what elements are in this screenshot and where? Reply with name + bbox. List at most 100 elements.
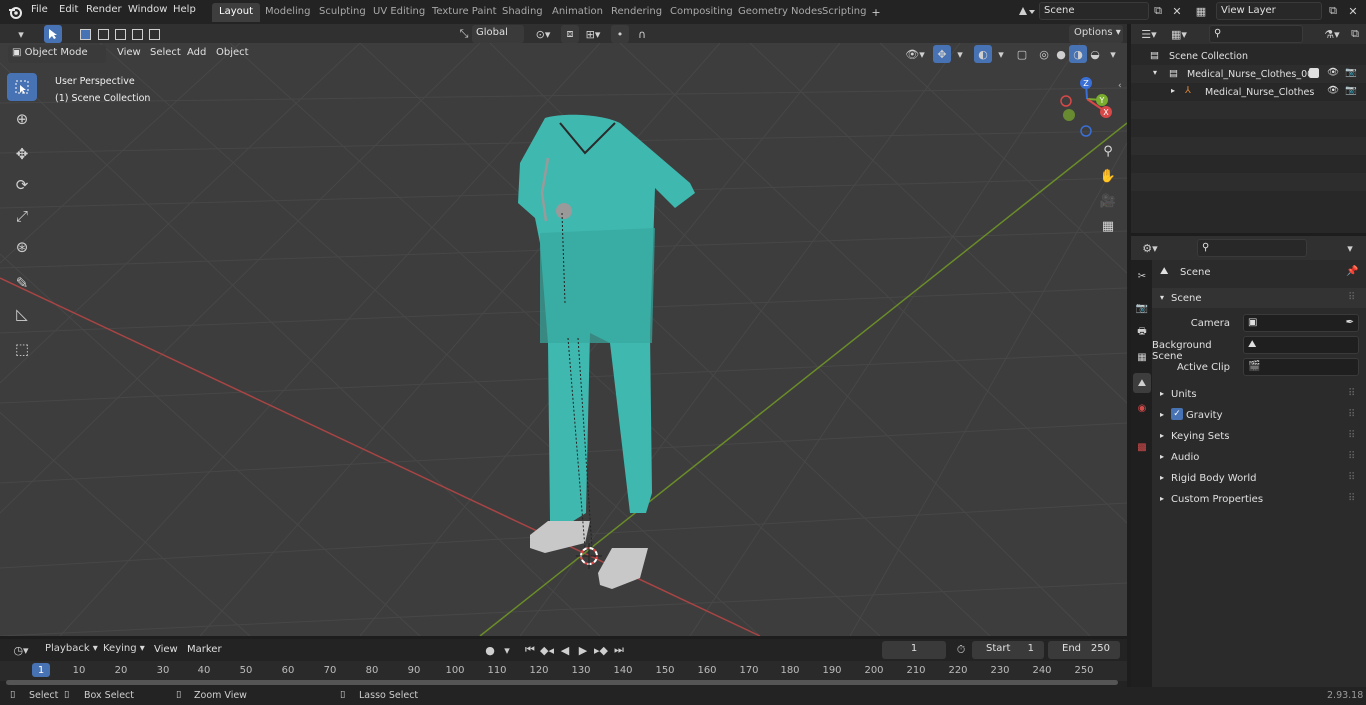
- render-tab-icon[interactable]: 📷: [1133, 298, 1151, 318]
- drag-handle-icon[interactable]: ⠿: [1348, 388, 1355, 399]
- drag-handle-icon[interactable]: ⠿: [1348, 409, 1355, 420]
- panel-rigid-body-world[interactable]: ▸ Rigid Body World ⠿: [1152, 468, 1366, 488]
- tweak-tool-icon[interactable]: [44, 25, 62, 43]
- drag-handle-icon[interactable]: ⠿: [1348, 472, 1355, 483]
- prev-keyframe-icon[interactable]: ◆◂: [538, 641, 556, 659]
- view-layer-selector-icon[interactable]: ▦: [1189, 2, 1213, 20]
- tab-texture-paint[interactable]: Texture Paint: [425, 3, 504, 22]
- gizmo-dropdown-icon[interactable]: ▾: [951, 45, 969, 63]
- annotate-tool[interactable]: ✎: [7, 269, 37, 297]
- camera-field[interactable]: ▣ ✒: [1243, 314, 1359, 332]
- rotate-tool[interactable]: ⟳: [7, 171, 37, 199]
- mode-dropdown[interactable]: ▣ Object Mode: [8, 45, 106, 63]
- outliner-filter-icon[interactable]: ⚗▾: [1319, 25, 1345, 43]
- expand-arrow-icon[interactable]: ▸: [1171, 86, 1175, 95]
- panel-keying-sets[interactable]: ▸ Keying Sets ⠿: [1152, 426, 1366, 446]
- timeline-editor-type-icon[interactable]: ◷▾: [8, 641, 34, 659]
- output-tab-icon[interactable]: 🖶: [1133, 322, 1151, 342]
- menu-file[interactable]: File: [31, 4, 48, 15]
- transform-orientation-dropdown[interactable]: Global: [472, 25, 524, 43]
- panel-units[interactable]: ▸ Units ⠿: [1152, 384, 1366, 404]
- xray-toggle-icon[interactable]: ▢: [1013, 45, 1031, 63]
- snap-icon[interactable]: ⧈: [561, 25, 579, 43]
- tab-rendering[interactable]: Rendering: [604, 3, 669, 22]
- add-workspace-icon[interactable]: +: [867, 3, 885, 21]
- end-frame-field[interactable]: End 250: [1048, 641, 1120, 659]
- new-scene-icon[interactable]: ⧉: [1149, 2, 1167, 20]
- object-render-camera-icon[interactable]: 📷: [1345, 85, 1357, 96]
- tab-uv-editing[interactable]: UV Editing: [366, 3, 432, 22]
- drag-handle-icon[interactable]: ⠿: [1348, 292, 1355, 303]
- delete-scene-icon[interactable]: ✕: [1168, 2, 1186, 20]
- tab-sculpting[interactable]: Sculpting: [312, 3, 373, 22]
- view-layer-field[interactable]: View Layer: [1216, 2, 1322, 20]
- select-invert-icon[interactable]: [128, 25, 146, 43]
- current-frame-field[interactable]: 1: [882, 641, 946, 659]
- select-new-icon[interactable]: [76, 25, 94, 43]
- proportional-falloff-icon[interactable]: ∩: [630, 25, 654, 43]
- select-subtract-icon[interactable]: [111, 25, 129, 43]
- options-dropdown[interactable]: Options ▾: [1069, 25, 1123, 43]
- new-collection-icon[interactable]: ⧉: [1346, 25, 1364, 43]
- active-clip-field[interactable]: 🎬: [1243, 358, 1359, 376]
- properties-editor-type-icon[interactable]: ⚙▾: [1137, 239, 1163, 257]
- properties-options-icon[interactable]: ▾: [1341, 239, 1359, 257]
- keying-menu[interactable]: Keying ▾: [98, 641, 146, 659]
- material-shading-icon[interactable]: ◑: [1069, 45, 1087, 63]
- panel-audio[interactable]: ▸ Audio ⠿: [1152, 447, 1366, 467]
- outliner-editor-type-icon[interactable]: ☰▾: [1137, 25, 1161, 43]
- shading-dropdown-icon[interactable]: ▾: [1104, 45, 1122, 63]
- vp-menu-add[interactable]: Add: [187, 47, 206, 58]
- select-extend-icon[interactable]: [94, 25, 112, 43]
- overlays-dropdown-icon[interactable]: ▾: [992, 45, 1010, 63]
- scene-section-header[interactable]: ▾ Scene ⠿: [1152, 288, 1366, 308]
- jump-start-icon[interactable]: ⏮: [521, 641, 539, 659]
- menu-render[interactable]: Render: [86, 4, 122, 15]
- eyedropper-icon[interactable]: ✒: [1346, 317, 1354, 328]
- overlays-toggle-icon[interactable]: ◐: [974, 45, 992, 63]
- editor-type-icon[interactable]: ▾: [8, 25, 34, 43]
- snap-target-icon[interactable]: ⊞▾: [580, 25, 606, 43]
- timeline-scrollbar[interactable]: [6, 680, 1118, 685]
- panel-gravity[interactable]: ▸ ✓ Gravity ⠿: [1152, 405, 1366, 425]
- pin-icon[interactable]: 📌: [1346, 266, 1358, 277]
- keying-dropdown-icon[interactable]: ▾: [498, 641, 516, 659]
- outliner-row-collection[interactable]: ▾ ▤ Medical_Nurse_Clothes_001 👁 📷: [1131, 65, 1366, 83]
- vp-menu-view[interactable]: View: [117, 47, 141, 58]
- tool-tab-icon[interactable]: ✂: [1133, 266, 1151, 286]
- delete-view-layer-icon[interactable]: ✕: [1344, 2, 1362, 20]
- visibility-eye-icon[interactable]: 👁: [1327, 67, 1339, 78]
- viewport-canvas[interactable]: Z Y X: [0, 43, 1127, 636]
- scene-tab-icon[interactable]: ⛰: [1133, 373, 1151, 393]
- collapse-arrow-icon[interactable]: ▾: [1153, 68, 1157, 77]
- tab-modeling[interactable]: Modeling: [258, 3, 318, 22]
- tab-scripting[interactable]: Scripting: [815, 3, 873, 22]
- gizmo-toggle-icon[interactable]: ✥: [933, 45, 951, 63]
- record-icon[interactable]: ●: [481, 641, 499, 659]
- tab-shading[interactable]: Shading: [495, 3, 550, 22]
- cursor-tool[interactable]: ⊕: [7, 105, 37, 133]
- tab-layout[interactable]: Layout: [212, 3, 260, 22]
- rendered-shading-icon[interactable]: ◒: [1086, 45, 1104, 63]
- transform-tool[interactable]: ⊛: [7, 233, 37, 261]
- drag-handle-icon[interactable]: ⠿: [1348, 451, 1355, 462]
- tab-animation[interactable]: Animation: [545, 3, 610, 22]
- world-tab-icon[interactable]: ◉: [1133, 398, 1151, 418]
- wireframe-shading-icon[interactable]: ◎: [1035, 45, 1053, 63]
- next-keyframe-icon[interactable]: ▸◆: [592, 641, 610, 659]
- pivot-point-icon[interactable]: ⊙▾: [530, 25, 556, 43]
- move-tool[interactable]: ✥: [7, 140, 37, 168]
- properties-search-input[interactable]: ⚲: [1197, 239, 1307, 257]
- play-reverse-icon[interactable]: ◀: [556, 641, 574, 659]
- object-visibility-eye-icon[interactable]: 👁: [1327, 85, 1339, 96]
- scene-field[interactable]: Scene: [1039, 2, 1149, 20]
- play-icon[interactable]: ▶: [574, 641, 592, 659]
- tab-compositing[interactable]: Compositing: [663, 3, 740, 22]
- jump-end-icon[interactable]: ⏭: [610, 641, 628, 659]
- scene-selector-icon[interactable]: [1014, 2, 1038, 20]
- scale-tool[interactable]: ⤢: [7, 202, 37, 230]
- render-camera-icon[interactable]: 📷: [1345, 67, 1357, 78]
- timeline-marker-menu[interactable]: Marker: [187, 644, 222, 655]
- texture-tab-icon[interactable]: ▩: [1133, 437, 1151, 457]
- select-box-tool[interactable]: [7, 73, 37, 101]
